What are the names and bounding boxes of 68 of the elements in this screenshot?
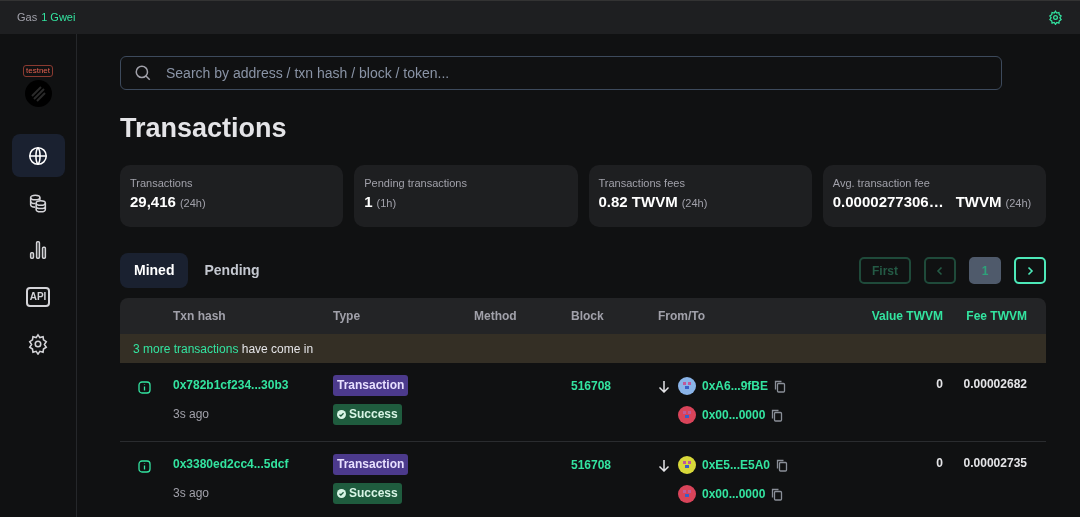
arrow-down-icon [658, 379, 670, 393]
address-link[interactable]: 0x00...0000 [702, 406, 766, 424]
column-header: Txn hash [172, 308, 227, 325]
info-icon[interactable] [138, 381, 151, 394]
next-page-button[interactable] [1014, 257, 1046, 284]
stat-label: Transactions fees [598, 176, 686, 190]
check-circle-icon [337, 410, 346, 419]
gas-value: 1 Gwei [41, 10, 76, 26]
transaction-hash-link[interactable]: 0x782b1cf234...30b3 [173, 375, 289, 395]
notice-text: 3 more transactions have come in [133, 340, 314, 358]
globe-icon [27, 144, 49, 167]
stat-period: (24h) [1005, 196, 1032, 211]
transaction-hash-link[interactable]: 0x3380ed2cc4...5dcf [173, 454, 289, 474]
search-icon [134, 64, 152, 82]
stat-label: Transactions [130, 176, 194, 190]
stat-label: Pending transactions [364, 176, 468, 190]
check-circle-icon [337, 489, 346, 498]
column-header: Value TWVM [870, 308, 943, 325]
coins-icon [27, 191, 49, 214]
column-header: Block [571, 308, 605, 325]
stat-value: 0.0000277306… [832, 192, 944, 212]
value-text: 0 [936, 455, 943, 472]
copy-icon[interactable] [771, 408, 784, 422]
page-title: Transactions [120, 112, 288, 145]
type-badge: Transaction [333, 454, 409, 475]
tab[interactable]: Pending [190, 253, 274, 288]
stat-label: Avg. transaction fee [832, 176, 931, 190]
block-link[interactable]: 516708 [571, 379, 612, 393]
copy-icon[interactable] [774, 379, 787, 393]
transaction-age: 3s ago [173, 406, 211, 423]
column-header: Fee TWVM [965, 308, 1027, 325]
stat-period: (24h) [179, 196, 206, 211]
block-link[interactable]: 516708 [571, 458, 612, 472]
sidebar-item[interactable]: API [11, 275, 65, 318]
column-header: From/To [658, 308, 707, 325]
sidebar-item[interactable] [11, 134, 65, 177]
tab[interactable]: Mined [120, 253, 189, 288]
copy-icon[interactable] [776, 458, 789, 472]
stat-value: 1 [364, 192, 373, 212]
stat-value: 29,416 [130, 192, 176, 212]
bar-chart-icon [27, 238, 49, 261]
stat-period: (1h) [376, 196, 397, 211]
settings-icon[interactable] [1048, 10, 1063, 25]
status-badge: Success [333, 404, 402, 425]
transaction-age: 3s ago [173, 485, 211, 502]
column-header: Type [333, 308, 362, 325]
chevron-right-icon [1025, 265, 1035, 276]
copy-icon[interactable] [771, 487, 784, 501]
gas-label: Gas [17, 10, 38, 26]
stat-value: 0.82 TWVM [598, 192, 678, 212]
address-link[interactable]: 0xA6...9fBE [702, 377, 769, 395]
notice-link[interactable]: 3 more transactions [133, 341, 239, 356]
arrow-down-icon [658, 458, 670, 472]
status-badge: Success [333, 483, 402, 504]
info-icon[interactable] [138, 460, 151, 473]
settings-icon [27, 332, 49, 355]
stat-unit: TWVM [955, 192, 1002, 212]
fee-text: 0.00002682 [963, 376, 1027, 393]
chevron-left-icon [935, 265, 945, 276]
address-link[interactable]: 0xE5...E5A0 [702, 456, 771, 474]
value-text: 0 [936, 376, 943, 393]
type-badge: Transaction [333, 375, 409, 396]
network-badge: testnet [23, 65, 53, 77]
column-header: Method [474, 308, 518, 325]
search-field[interactable]: Search by address / txn hash / block / token... [120, 56, 1002, 90]
fee-text: 0.00002735 [963, 455, 1027, 472]
stat-period: (24h) [681, 196, 708, 211]
address-link[interactable]: 0x00...0000 [702, 485, 766, 503]
